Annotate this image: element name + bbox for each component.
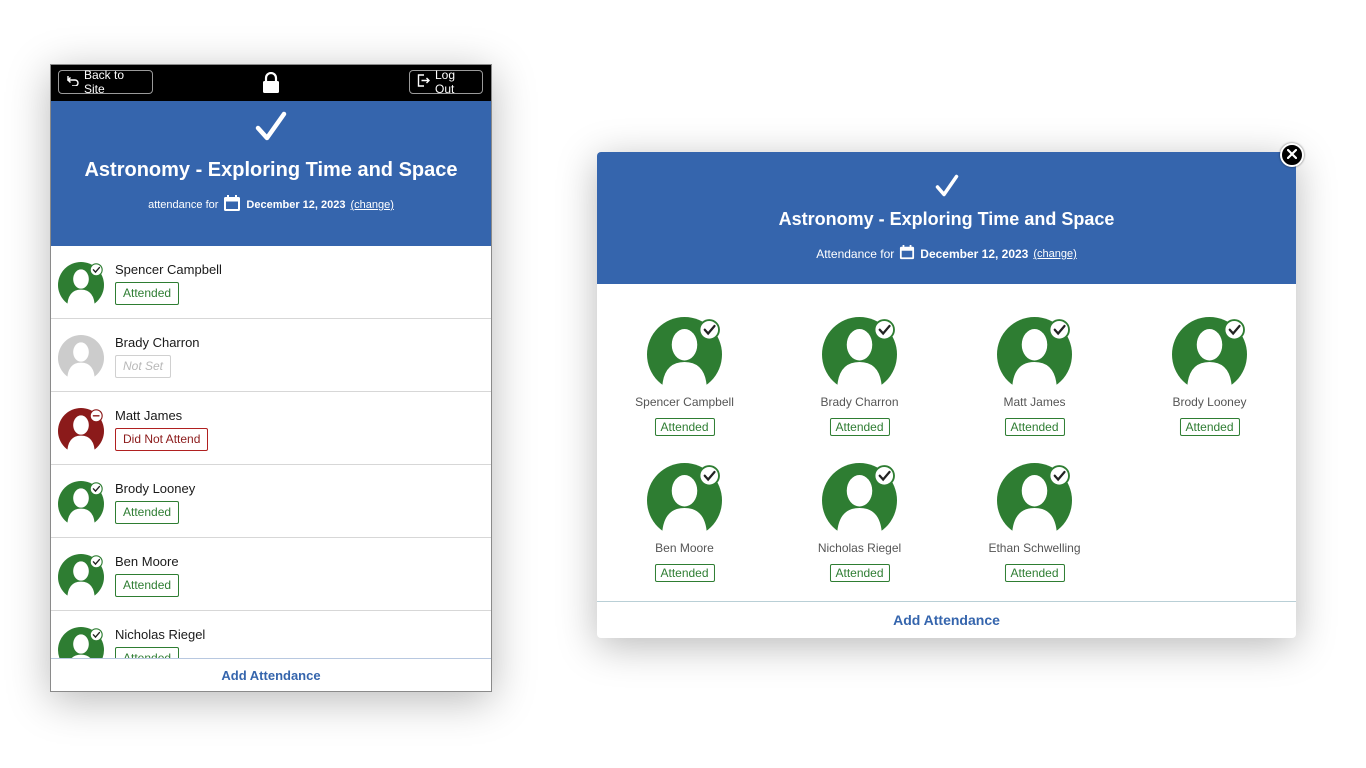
phone-footer: Add Attendance: [51, 658, 491, 691]
attendee-name: Brody Looney: [115, 481, 196, 496]
attendee-card[interactable]: Matt James Attended: [947, 284, 1122, 436]
log-out-label: Log Out: [435, 68, 456, 96]
attendee-name: Matt James: [115, 408, 183, 423]
modal-footer: Add Attendance: [597, 601, 1296, 638]
logout-icon: [417, 74, 430, 90]
list-item[interactable]: Ben Moore Attended: [51, 538, 491, 611]
change-date-link[interactable]: (change): [1033, 248, 1076, 260]
status-badge[interactable]: Attended: [829, 564, 890, 582]
list-item[interactable]: Matt James Did Not Attend: [51, 392, 491, 465]
status-badge[interactable]: Not Set: [115, 355, 172, 378]
change-date-link[interactable]: (change): [351, 199, 394, 211]
avatar-icon: [1172, 317, 1247, 397]
page-title: Astronomy - Exploring Time and Space: [84, 159, 458, 181]
attendance-for-label: Attendance for: [816, 247, 895, 261]
attendee-name: Nicholas Riegel: [115, 627, 206, 642]
attendee-name: Ethan Schwelling: [988, 541, 1081, 555]
list-item[interactable]: Brady Charron Not Set: [51, 319, 491, 392]
checkmark-icon: [935, 174, 959, 203]
calendar-icon: [899, 245, 915, 263]
avatar-icon: [997, 317, 1072, 397]
attendee-name: Nicholas Riegel: [817, 541, 902, 555]
close-icon: [1286, 146, 1298, 164]
lock-icon: [262, 71, 280, 99]
phone-attendance-panel: Back to Site Log Out Astronomy - Explori…: [50, 64, 492, 692]
back-arrow-icon: [66, 75, 79, 89]
attendee-name: Matt James: [1003, 395, 1066, 409]
modal-title: Astronomy - Exploring Time and Space: [778, 209, 1115, 229]
attendance-modal: Astronomy - Exploring Time and Space Att…: [597, 152, 1296, 638]
attendee-name: Brady Charron: [820, 395, 899, 409]
attendee-card[interactable]: Brady Charron Attended: [772, 284, 947, 436]
close-modal-button[interactable]: [1280, 143, 1304, 167]
attendee-grid: Spencer Campbell Attended Brady Charron At…: [597, 284, 1296, 602]
avatar-icon: [58, 554, 104, 605]
status-badge[interactable]: Attended: [1004, 564, 1065, 582]
attendee-name: Ben Moore: [115, 554, 179, 569]
status-badge[interactable]: Attended: [654, 564, 715, 582]
attendance-date-line: Attendance for December 12, 2023 (change…: [597, 245, 1296, 263]
list-item[interactable]: Brody Looney Attended: [51, 465, 491, 538]
list-item[interactable]: Nicholas Riegel Attended: [51, 611, 491, 658]
back-to-site-label: Back to Site: [84, 68, 125, 96]
avatar-icon: [647, 463, 722, 543]
attendee-card[interactable]: Nicholas Riegel Attended: [772, 430, 947, 582]
add-attendance-button[interactable]: Add Attendance: [221, 668, 320, 683]
attendee-card[interactable]: Ben Moore Attended: [597, 430, 772, 582]
attendee-name: Brady Charron: [115, 335, 200, 350]
status-badge[interactable]: Attended: [115, 501, 180, 524]
phone-header: Astronomy - Exploring Time and Space att…: [51, 101, 491, 246]
avatar-icon: [647, 317, 722, 397]
attendee-card[interactable]: Brody Looney Attended: [1122, 284, 1296, 436]
status-badge[interactable]: Attended: [115, 574, 180, 597]
avatar-icon: [58, 408, 104, 459]
avatar-icon: [822, 463, 897, 543]
attendee-card[interactable]: Ethan Schwelling Attended: [947, 430, 1122, 582]
avatar-icon: [822, 317, 897, 397]
modal-header: Astronomy - Exploring Time and Space Att…: [597, 152, 1296, 284]
attendee-name: Brody Looney: [1172, 395, 1247, 409]
avatar-icon: [997, 463, 1072, 543]
log-out-button[interactable]: Log Out: [409, 68, 483, 96]
avatar-icon: [58, 335, 104, 386]
attendee-name: Spencer Campbell: [635, 395, 734, 409]
attendee-list: Spencer Campbell Attended Brady Charron No…: [51, 246, 491, 658]
status-badge[interactable]: Attended: [115, 282, 180, 305]
avatar-icon: [58, 262, 104, 313]
attendance-for-label: attendance for: [148, 199, 219, 211]
attendee-name: Ben Moore: [655, 541, 714, 555]
attendee-name: Spencer Campbell: [115, 262, 222, 277]
status-badge[interactable]: Did Not Attend: [115, 428, 209, 451]
checkmark-icon: [255, 111, 287, 148]
status-badge[interactable]: Attended: [115, 647, 180, 658]
list-item[interactable]: Spencer Campbell Attended: [51, 246, 491, 319]
attendance-date: December 12, 2023: [246, 199, 346, 211]
avatar-icon: [58, 481, 104, 532]
add-attendance-button[interactable]: Add Attendance: [893, 612, 1000, 628]
attendance-date-line: attendance for December 12, 2023 (change…: [51, 195, 491, 215]
avatar-icon: [58, 627, 104, 658]
calendar-icon: [223, 195, 241, 215]
back-to-site-button[interactable]: Back to Site: [58, 68, 153, 96]
status-badge[interactable]: Attended: [1179, 418, 1240, 436]
top-bar: Back to Site Log Out: [51, 65, 491, 101]
attendance-date: December 12, 2023: [920, 247, 1029, 261]
attendee-card[interactable]: Spencer Campbell Attended: [597, 284, 772, 436]
